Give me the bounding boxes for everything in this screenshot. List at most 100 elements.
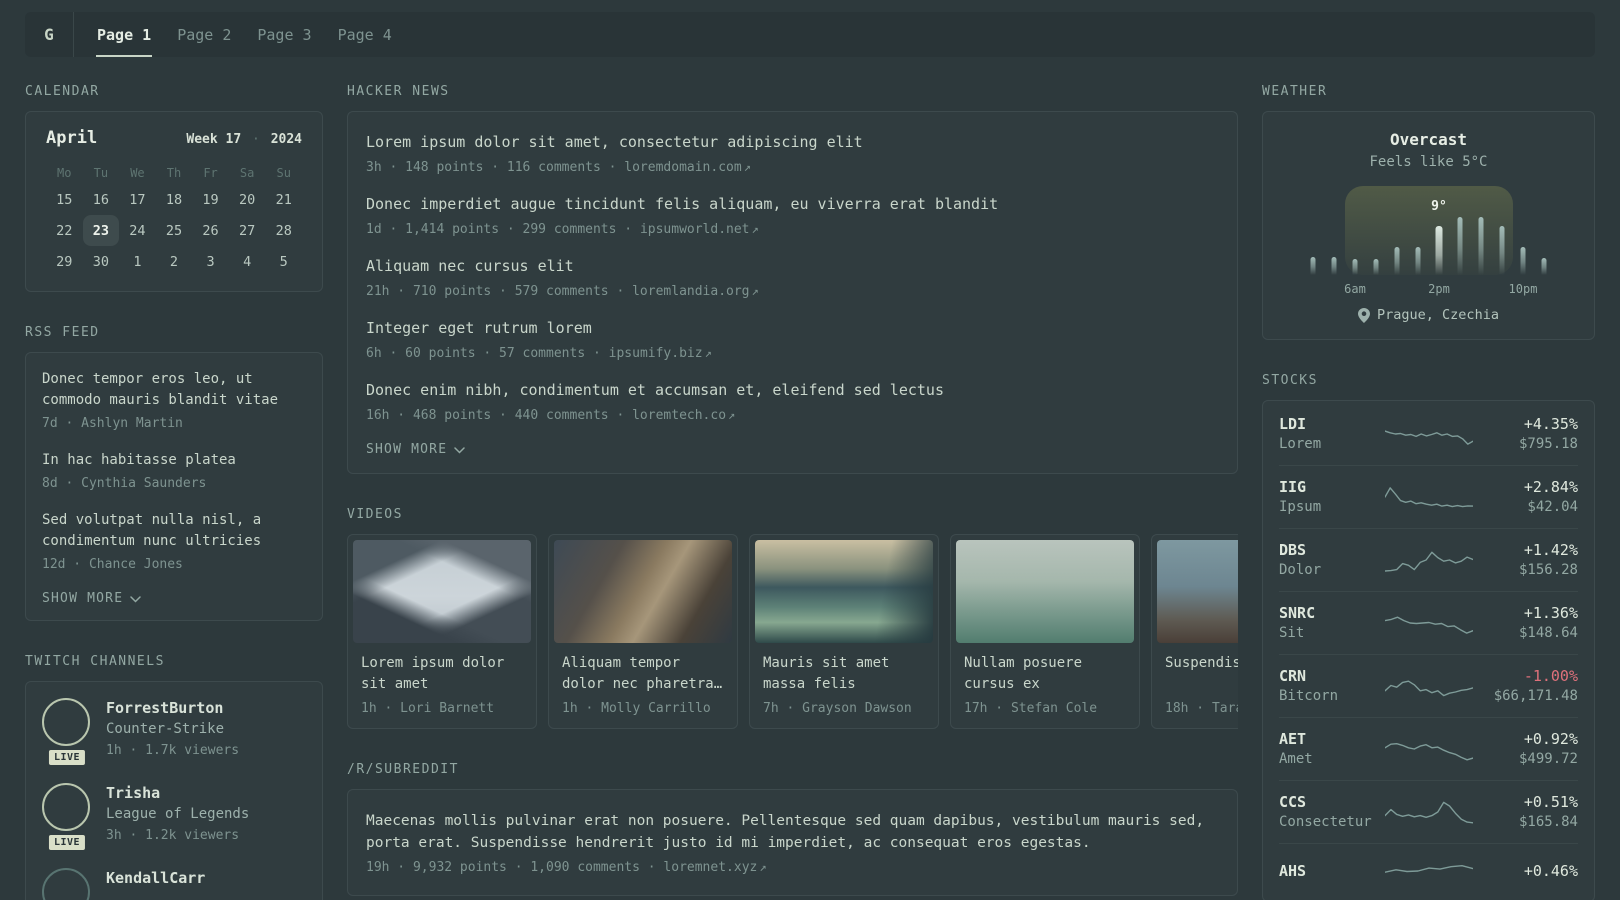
page-tab[interactable]: Page 1: [84, 12, 164, 57]
hn-item-domain-link[interactable]: ipsumify.biz: [609, 346, 703, 361]
weather-temp-bar: [1520, 247, 1526, 275]
page-tab-label: Page 3: [257, 25, 312, 44]
stock-row[interactable]: SNRC Sit +1.36% $148.64: [1279, 591, 1578, 654]
stock-ticker: IIG: [1279, 478, 1307, 496]
calendar-day: 23: [82, 215, 120, 246]
subreddit-post-domain-link[interactable]: loremnet.xyz: [663, 860, 757, 875]
subreddit-widget: Maecenas mollis pulvinar erat non posuer…: [347, 789, 1238, 896]
page-tabs: Page 1 Page 2 Page 3 Page 4: [84, 12, 405, 57]
hn-item-meta: 21h · 710 points · 579 comments · loreml…: [366, 282, 1219, 301]
avatar: [42, 783, 90, 831]
calendar-day: 30: [83, 246, 120, 277]
video-card[interactable]: Aliquam tempor dolor nec pharetra… 1h · …: [548, 534, 738, 729]
stock-row[interactable]: AET Amet +0.92% $499.72: [1279, 717, 1578, 780]
twitch-channel-name[interactable]: Trisha: [106, 783, 249, 804]
twitch-channel-name[interactable]: KendallCarr: [106, 868, 205, 889]
rss-item-title[interactable]: Donec tempor eros leo, ut commodo mauris…: [42, 369, 306, 411]
hn-item-title[interactable]: Integer eget rutrum lorem: [366, 318, 1219, 339]
video-thumbnail: [956, 540, 1134, 643]
stock-values: +0.51% $165.84: [1473, 791, 1578, 832]
calendar-day: 29: [46, 246, 83, 277]
app-logo[interactable]: G: [25, 12, 73, 57]
hn-item-stats: 16h · 468 points · 440 comments ·: [366, 408, 625, 423]
page-tab[interactable]: Page 2: [164, 12, 244, 57]
video-card[interactable]: Lorem ipsum dolor sit amet consectetu… 1…: [347, 534, 537, 729]
video-meta: 17h · Stefan Cole: [964, 701, 1098, 716]
stock-row[interactable]: CRN Bitcorn -1.00% $66,171.48: [1279, 654, 1578, 717]
videos-section-title: VIDEOS: [347, 507, 403, 522]
weather-hourly-chart: 6am 9° 2pm 10pm: [1303, 186, 1555, 296]
subreddit-section-title: /R/SUBREDDIT: [347, 762, 459, 777]
glance-dashboard: G Page 1 Page 2 Page 3 Page 4 CALENDAR Apri…: [0, 12, 1620, 900]
stock-row[interactable]: LDI Lorem +4.35% $795.18: [1279, 403, 1578, 465]
hn-item-domain-link[interactable]: loremlandia.org: [632, 284, 749, 299]
hn-show-more-label: SHOW MORE: [366, 442, 448, 457]
weather-temp-bar: [1394, 247, 1400, 275]
calendar-day-number: 4: [243, 253, 252, 270]
videos-section: VIDEOS Lorem ipsum dolor sit amet consec…: [347, 507, 1238, 729]
page-tab[interactable]: Page 3: [244, 12, 324, 57]
video-card[interactable]: Suspendisse diam 18h · Tara: [1151, 534, 1238, 729]
calendar-weekday-label: Th: [166, 166, 182, 180]
calendar-day-number: 20: [239, 191, 256, 208]
stock-ticker: SNRC: [1279, 604, 1316, 622]
stock-row[interactable]: DBS Dolor +1.42% $156.28: [1279, 528, 1578, 591]
avatar: [42, 868, 90, 900]
twitch-channel-row[interactable]: LIVE ForrestBurton Counter-Strike 1h · 1…: [42, 698, 306, 767]
hacker-news-item: Aliquam nec cursus elit 21h · 710 points…: [366, 256, 1219, 301]
calendar-widget: April Week 17 · 2024 Mo Tu We Th Fr Sa Su 15 16…: [25, 111, 323, 292]
hn-item-domain-link[interactable]: ipsumworld.net: [640, 222, 750, 237]
dashboard-content: CALENDAR April Week 17 · 2024 Mo Tu We Th Fr…: [0, 84, 1620, 900]
twitch-channel-row[interactable]: KendallCarr: [42, 868, 306, 900]
calendar-day: 2: [156, 246, 193, 277]
calendar-day-number: 5: [279, 253, 288, 270]
calendar-month: April: [46, 128, 98, 148]
calendar-day: 5: [265, 246, 302, 277]
avatar-image: [46, 702, 86, 742]
weather-temp-bar: [1310, 257, 1316, 275]
weather-hour-column: 9° 2pm: [1428, 186, 1450, 296]
video-meta: 1h · Molly Carrillo: [562, 701, 711, 716]
video-card[interactable]: Nullam posuere cursus ex 17h · Stefan Co…: [950, 534, 1140, 729]
hn-item-title[interactable]: Donec imperdiet augue tincidunt felis al…: [366, 194, 1219, 215]
weather-time-label: 6am: [1344, 282, 1366, 296]
right-column: WEATHER Overcast Feels like 5°C 6am 9° 2…: [1262, 84, 1595, 900]
hacker-news-section-title: HACKER NEWS: [347, 84, 450, 99]
avatar-image: [46, 872, 86, 900]
calendar-weekday-label: We: [130, 166, 145, 180]
twitch-channel-row[interactable]: LIVE Trisha League of Legends 3h · 1.2k …: [42, 783, 306, 852]
rss-item-title[interactable]: Sed volutpat nulla nisl, a condimentum n…: [42, 510, 306, 552]
hn-show-more-button[interactable]: SHOW MORE: [366, 442, 1219, 457]
subreddit-post-title[interactable]: Maecenas mollis pulvinar erat non posuer…: [366, 810, 1219, 854]
hn-item-stats: 1d · 1,414 points · 299 comments ·: [366, 222, 633, 237]
hacker-news-item: Donec imperdiet augue tincidunt felis al…: [366, 194, 1219, 239]
rss-show-more-button[interactable]: SHOW MORE: [42, 591, 306, 606]
stock-row[interactable]: CCS Consectetur +0.51% $165.84: [1279, 780, 1578, 843]
video-card[interactable]: Mauris sit amet massa felis 7h · Grayson…: [749, 534, 939, 729]
calendar-day-number: 15: [56, 191, 73, 208]
calendar-day-number: 18: [165, 191, 183, 208]
hn-item-domain-link[interactable]: loremtech.co: [632, 408, 726, 423]
twitch-channel-meta: 1h · 1.7k viewers: [106, 743, 240, 758]
stock-values: +0.46%: [1473, 860, 1578, 882]
stock-row[interactable]: IIG Ipsum +2.84% $42.04: [1279, 465, 1578, 528]
page-tab[interactable]: Page 4: [325, 12, 405, 57]
stock-id: SNRC Sit: [1279, 602, 1385, 643]
calendar-day: 15: [46, 184, 83, 215]
rss-item: In hac habitasse platea 8d · Cynthia Sau…: [42, 450, 306, 493]
rss-show-more-label: SHOW MORE: [42, 591, 124, 606]
stock-row[interactable]: AHS +0.46%: [1279, 843, 1578, 899]
weather-temp-bar: [1331, 257, 1337, 275]
external-link-icon: ↗: [743, 160, 751, 174]
hn-item-domain-link[interactable]: loremdomain.com: [624, 160, 741, 175]
weather-temp-bar: [1373, 259, 1379, 275]
stock-change: +1.42%: [1523, 541, 1578, 559]
hn-item-title[interactable]: Lorem ipsum dolor sit amet, consectetur …: [366, 132, 1219, 153]
hn-item-title[interactable]: Aliquam nec cursus elit: [366, 256, 1219, 277]
stock-values: +0.92% $499.72: [1473, 728, 1578, 769]
calendar-day: 25: [156, 215, 193, 246]
calendar-header: April Week 17 · 2024: [46, 128, 302, 148]
twitch-channel-name[interactable]: ForrestBurton: [106, 698, 239, 719]
hn-item-title[interactable]: Donec enim nibh, condimentum et accumsan…: [366, 380, 1219, 401]
rss-item-title[interactable]: In hac habitasse platea: [42, 450, 306, 471]
